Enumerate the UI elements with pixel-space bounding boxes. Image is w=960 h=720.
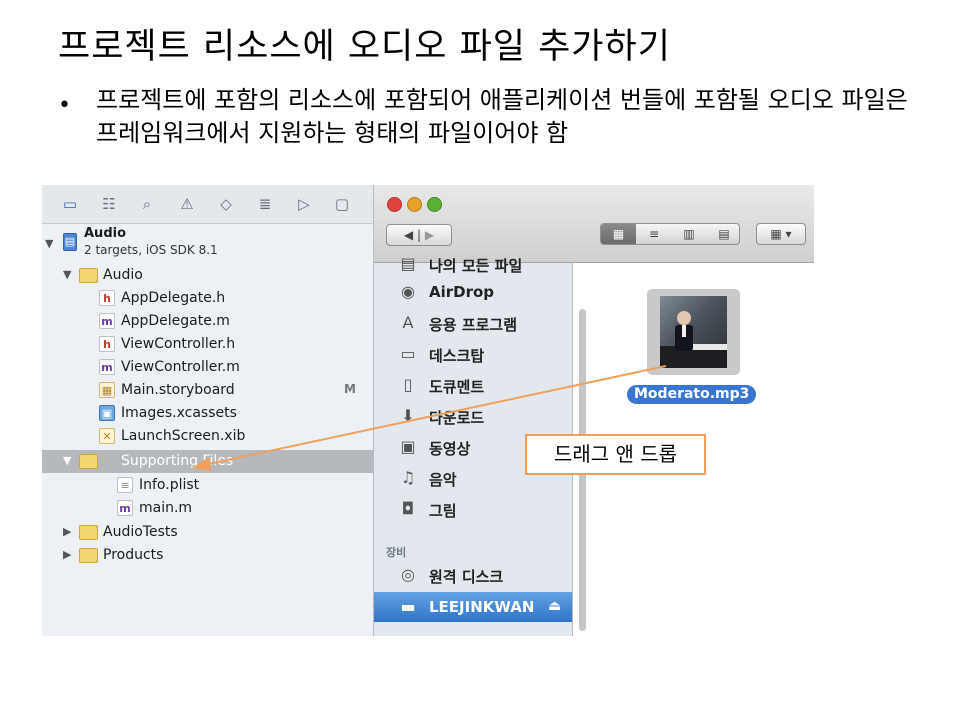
drag-arrow	[192, 365, 667, 471]
drag-arrow-head	[192, 457, 211, 471]
drag-and-drop-callout: 드래그 앤 드롭	[525, 434, 706, 475]
